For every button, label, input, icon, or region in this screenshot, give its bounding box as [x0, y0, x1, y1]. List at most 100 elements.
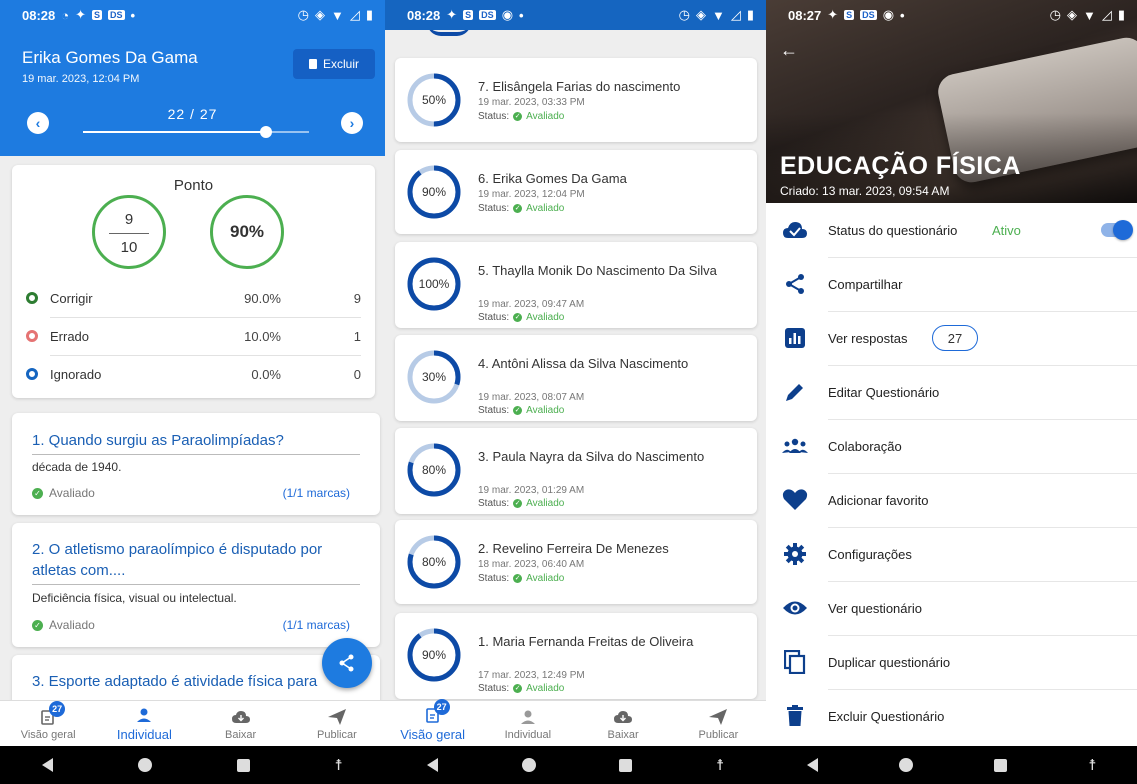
accessibility-icon[interactable]: ☨	[716, 756, 724, 774]
cloud-check-icon	[782, 217, 808, 243]
menu-label: Colaboração	[828, 438, 902, 454]
menu-label: Compartilhar	[828, 276, 903, 292]
nav-label: Visão geral	[20, 728, 76, 741]
attempt-percent: 50%	[421, 93, 447, 107]
battery-icon: ▮	[1117, 7, 1125, 22]
status-value: Avaliado	[526, 203, 565, 214]
attempt-card[interactable]: 80% 3. Paula Nayra da Silva do Nascimento…	[395, 428, 757, 514]
attempt-percent: 30%	[421, 370, 447, 384]
battery-icon: ▮	[746, 7, 754, 22]
signal-icon: ◿	[1101, 7, 1112, 22]
status-bar: 08:27 ✦ S DS ◉ • ◷ ◈ ▼ ◿ ▮	[766, 0, 1137, 30]
menu-delete-quiz[interactable]: Excluir Questionário	[766, 689, 1137, 743]
fraction-line	[109, 233, 149, 234]
legend-percent: 0.0%	[251, 366, 281, 382]
nav-publish[interactable]: Publicar	[289, 701, 385, 746]
attempt-status: Status: ✓ Avaliado	[478, 312, 564, 323]
delete-button[interactable]: Excluir	[293, 49, 375, 79]
status-prefix: Status:	[478, 312, 510, 323]
wifi-icon: ▼	[330, 7, 344, 23]
divider	[32, 454, 360, 455]
recents-icon[interactable]	[994, 758, 1007, 772]
menu-favorite[interactable]: Adicionar favorito	[766, 473, 1137, 527]
menu-collaboration[interactable]: Colaboração	[766, 419, 1137, 473]
back-icon[interactable]	[806, 758, 818, 772]
attempt-date: 19 mar. 2023, 12:04 PM	[22, 73, 140, 85]
individual-header: 08:28 ◔ ✦ S DS • ◷ ◈ ▼ ◿ ▮ Erika Gomes D…	[0, 0, 385, 156]
score-numerator: 9	[124, 211, 134, 228]
menu-view-quiz[interactable]: Ver questionário	[766, 581, 1137, 635]
wifi-icon: ▼	[711, 7, 725, 23]
ignored-dot-icon	[26, 368, 38, 380]
share-fab-button[interactable]	[322, 638, 372, 688]
attempt-card[interactable]: 80% 2. Revelino Ferreira De Menezes 18 mar…	[395, 520, 757, 604]
menu-label: Excluir Questionário	[828, 708, 945, 724]
home-icon[interactable]	[521, 758, 536, 772]
status-label: Avaliado	[49, 486, 95, 500]
question-card-1[interactable]: 1. Quando surgiu as Paraolimpíadas? déca…	[12, 413, 380, 515]
signal-icon: ◿	[349, 7, 360, 22]
data-saver-icon: ◈	[695, 7, 706, 22]
wrong-dot-icon	[26, 330, 38, 342]
nav-individual[interactable]: Individual	[480, 701, 575, 746]
menu-share[interactable]: Compartilhar	[766, 257, 1137, 311]
attempt-card[interactable]: 100% 5. Thaylla Monik Do Nascimento Da Si…	[395, 242, 757, 328]
student-name: Erika Gomes Da Gama	[22, 48, 198, 67]
phone-overview: 08:28 ✦ S DS ◉ • ◷ ◈ ▼ ◿ ▮ 50% 7. Elisâng…	[385, 0, 766, 784]
legend-percent: 10.0%	[244, 328, 281, 344]
menu-label: Editar Questionário	[828, 384, 940, 400]
twitter-icon: ✦	[827, 7, 839, 22]
back-icon[interactable]	[426, 758, 438, 772]
home-icon[interactable]	[898, 758, 913, 772]
toggle-knob[interactable]	[1113, 220, 1133, 240]
recents-icon[interactable]	[236, 758, 250, 772]
share-icon	[339, 654, 354, 672]
attempt-percent: 90%	[421, 648, 447, 662]
nav-overview[interactable]: 27 Visão geral	[385, 699, 480, 746]
accessibility-icon[interactable]: ☨	[334, 756, 342, 774]
check-icon: ✓	[32, 619, 43, 631]
menu-settings[interactable]: Configurações	[766, 527, 1137, 581]
score-card: Ponto 9 10 90% Corrigir 90.0% 9 Errado 1…	[12, 165, 375, 398]
nav-download[interactable]: Baixar	[193, 701, 289, 746]
attempt-percent: 100%	[418, 277, 450, 291]
count-badge: 27	[433, 699, 450, 715]
alarm-icon: ◷	[297, 7, 309, 22]
nav-overview[interactable]: 27 Visão geral	[0, 700, 96, 746]
attempt-date: 19 mar. 2023, 09:47 AM	[478, 299, 585, 310]
question-card-2[interactable]: 2. O atletismo paraolímpico é disputado …	[12, 523, 380, 647]
app-badge-icon: S	[92, 10, 103, 20]
system-nav-bar: ☨	[385, 746, 766, 784]
legend-label: Errado	[50, 328, 90, 344]
nav-publish[interactable]: Publicar	[671, 701, 766, 746]
nav-label: Publicar	[698, 728, 739, 741]
pencil-icon	[782, 379, 808, 405]
next-button[interactable]: ›	[341, 112, 363, 134]
attempt-slider[interactable]	[83, 126, 309, 138]
attempt-card[interactable]: 30% 4. Antôni Alissa da Silva Nascimento 1…	[395, 335, 757, 421]
recents-icon[interactable]	[619, 758, 633, 772]
trash-icon	[782, 703, 808, 729]
menu-edit[interactable]: Editar Questionário	[766, 365, 1137, 419]
menu-duplicate[interactable]: Duplicar questionário	[766, 635, 1137, 689]
back-icon[interactable]	[42, 758, 54, 772]
attempt-card[interactable]: 90% 1. Maria Fernanda Freitas de Oliveira…	[395, 613, 757, 699]
app-badge-icon: DS	[860, 10, 877, 20]
menu-view-responses[interactable]: Ver respostas 27	[766, 311, 1137, 365]
accessibility-icon[interactable]: ☨	[1088, 756, 1096, 774]
whatsapp-icon: ◔	[61, 7, 70, 23]
home-icon[interactable]	[138, 758, 153, 772]
attempt-card[interactable]: 90% 6. Erika Gomes Da Gama 19 mar. 2023, 1…	[395, 150, 757, 234]
copy-icon	[782, 649, 808, 675]
slider-thumb[interactable]	[260, 126, 273, 138]
back-arrow-icon[interactable]: ←	[780, 40, 798, 61]
person-icon	[520, 710, 535, 724]
attempt-card[interactable]: 50% 7. Elisângela Farias do nascimento 19 …	[395, 58, 757, 142]
attempt-counter: 22 / 27	[167, 106, 218, 122]
attempt-student-name: 7. Elisângela Farias do nascimento	[478, 79, 681, 94]
twitter-icon: ✦	[75, 7, 87, 22]
nav-individual[interactable]: Individual	[96, 701, 192, 746]
nav-download[interactable]: Baixar	[576, 701, 671, 746]
app-badge-icon: DS	[479, 10, 496, 20]
status-value: Avaliado	[526, 312, 565, 323]
